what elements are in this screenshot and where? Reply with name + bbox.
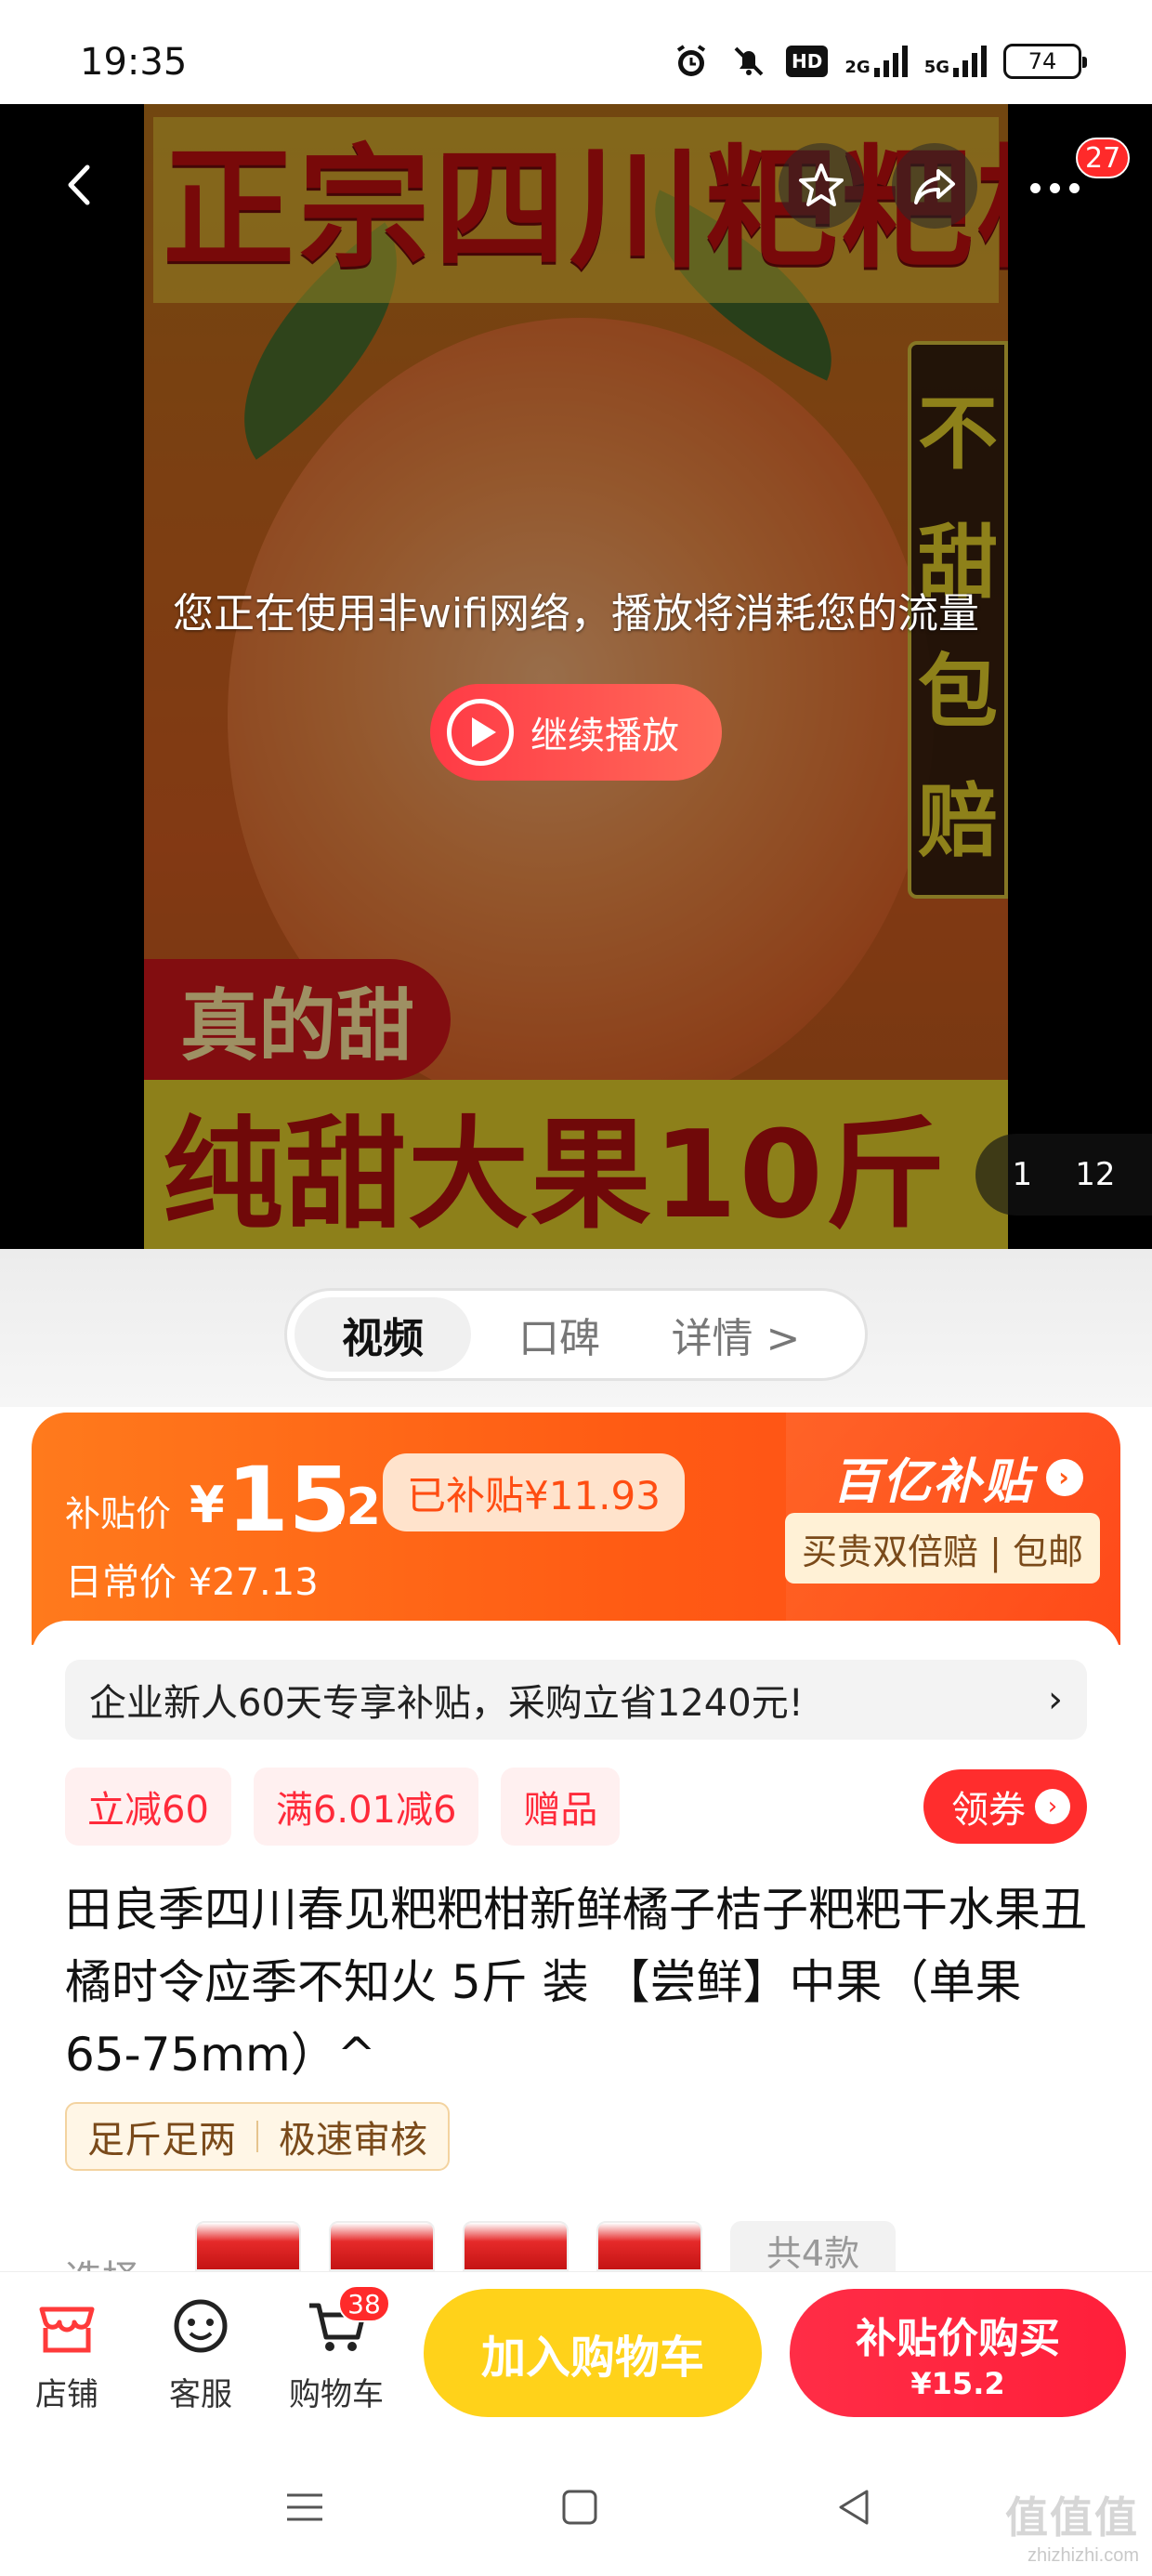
status-icons: HD 2G 5G 74	[671, 43, 1087, 80]
media-tabs-area: 视频 口碑 详情 >	[0, 1249, 1152, 1407]
promo-chips: 立减60 满6.01减6 赠品	[65, 1768, 621, 1846]
cart-button[interactable]: 38 购物车	[281, 2285, 392, 2414]
variant-thumbnail[interactable]	[596, 2221, 702, 2271]
store-label: 店铺	[35, 2376, 98, 2413]
get-coupon-button[interactable]: 领券 ›	[923, 1769, 1087, 1844]
subsidy-amount-pill: 已补贴¥11.93	[383, 1453, 685, 1531]
product-media[interactable]: 正宗四川粑粑柑 不 甜 包 赔 真的甜 纯甜大果10斤 27 您正在使用非wif…	[0, 104, 1152, 1249]
variant-thumbnail[interactable]	[329, 2221, 435, 2271]
chip-threshold-discount: 满6.01减6	[253, 1768, 479, 1846]
chip-gift: 赠品	[501, 1768, 621, 1846]
service-tags: 足斤足两 极速审核	[65, 2102, 450, 2171]
battery-indicator: 74	[1003, 44, 1087, 79]
tab-reviews[interactable]: 口碑	[471, 1297, 648, 1372]
variant-thumbnail[interactable]	[463, 2221, 569, 2271]
favorite-button[interactable]	[779, 143, 864, 229]
add-to-cart-button[interactable]: 加入购物车	[424, 2289, 762, 2417]
system-navigation-bar: 值值值 zhizhizhi.com	[0, 2440, 1152, 2576]
recent-apps-icon[interactable]	[277, 2479, 333, 2535]
brand-label: 百亿补贴	[831, 1454, 1033, 1510]
play-icon	[447, 699, 514, 766]
price-decimal: .2	[327, 1478, 382, 1536]
pager-current: 1	[1012, 1156, 1033, 1193]
media-pager: 1 12	[975, 1134, 1152, 1216]
billion-subsidy-link[interactable]: 百亿补贴 ›	[832, 1442, 1083, 1512]
product-info-card: 企业新人60天专享补贴，采购立省1240元! › 立减60 满6.01减6 赠品…	[32, 1621, 1120, 2301]
home-icon[interactable]	[552, 2479, 608, 2535]
buy-now-label: 补贴价购买	[856, 2315, 1060, 2362]
bottom-action-bar: 店铺 客服 38 购物车 加入购物车 补贴价购买 ¥15.2	[0, 2271, 1152, 2440]
currency-symbol: ¥	[190, 1476, 225, 1534]
tab-video[interactable]: 视频	[295, 1297, 471, 1372]
hd-icon: HD	[786, 46, 829, 77]
divider	[256, 2121, 258, 2152]
signal-2g-icon: 2G	[844, 46, 908, 77]
store-button[interactable]: 店铺	[11, 2293, 123, 2414]
tag-fast-review: 极速审核	[279, 2119, 427, 2162]
daily-price: 日常价 ¥27.13	[65, 1561, 319, 1604]
share-button[interactable]	[892, 143, 977, 229]
mute-icon	[728, 43, 769, 80]
alarm-icon	[671, 43, 712, 80]
video-overlay	[0, 104, 1152, 1249]
media-tabs: 视频 口碑 详情 >	[284, 1288, 868, 1381]
site-watermark: 值值值 zhizhizhi.com	[1005, 2484, 1139, 2567]
variant-all-count[interactable]: 共4款	[730, 2221, 896, 2271]
tag-full-weight: 足斤足两	[87, 2119, 236, 2162]
status-bar: 19:35 HD 2G 5G 74	[0, 0, 1152, 104]
back-icon[interactable]	[54, 158, 108, 212]
share-icon	[914, 169, 955, 204]
chat-face-icon	[166, 2293, 235, 2361]
tab-details[interactable]: 详情 >	[648, 1297, 824, 1372]
promo-text: 企业新人60天专享补贴，采购立省1240元!	[89, 1682, 804, 1725]
continue-play-button[interactable]: 继续播放	[430, 684, 722, 781]
cart-label: 购物车	[289, 2376, 384, 2413]
cart-count-badge: 38	[338, 2285, 390, 2322]
guarantee-badge: 买贵双倍赔 | 包邮	[785, 1513, 1100, 1584]
status-time: 19:35	[80, 41, 188, 84]
coupon-label: 领券	[951, 1789, 1026, 1832]
promo-banner[interactable]: 企业新人60天专享补贴，采购立省1240元! ›	[65, 1660, 1087, 1740]
continue-play-label: 继续播放	[530, 715, 679, 757]
watermark-url: zhizhizhi.com	[1027, 2545, 1139, 2566]
buy-now-button[interactable]: 补贴价购买 ¥15.2	[790, 2289, 1126, 2417]
buy-now-price: ¥15.2	[910, 2366, 1005, 2401]
customer-service-button[interactable]: 客服	[145, 2293, 256, 2414]
variant-thumbnail[interactable]	[195, 2221, 301, 2271]
watermark-logo: 值值值	[1005, 2493, 1139, 2542]
more-notification-badge: 27	[1076, 138, 1131, 178]
chevron-right-icon: ›	[1035, 1789, 1070, 1824]
service-label: 客服	[169, 2376, 232, 2413]
system-back-icon[interactable]	[827, 2479, 883, 2535]
product-title[interactable]: 田良季四川春见粑粑柑新鲜橘子桔子粑粑干水果丑橘时令应季不知火 5斤 装 【尝鲜】…	[65, 1873, 1096, 2091]
star-icon	[799, 164, 844, 206]
chevron-right-icon: ›	[1048, 1678, 1063, 1721]
signal-5g-icon: 5G	[924, 46, 987, 77]
chip-discount: 立减60	[65, 1768, 231, 1846]
network-warning-text: 您正在使用非wifi网络，播放将消耗您的流量	[173, 590, 979, 637]
subsidy-price-label: 补贴价	[65, 1493, 172, 1534]
store-icon	[33, 2293, 101, 2361]
price-card: 补贴价 ¥ 15 .2 已补贴¥11.93 日常价 ¥27.13 百亿补贴 › …	[32, 1413, 1120, 1645]
pager-total: 12	[1075, 1156, 1116, 1193]
chevron-right-icon: ›	[1046, 1458, 1083, 1496]
